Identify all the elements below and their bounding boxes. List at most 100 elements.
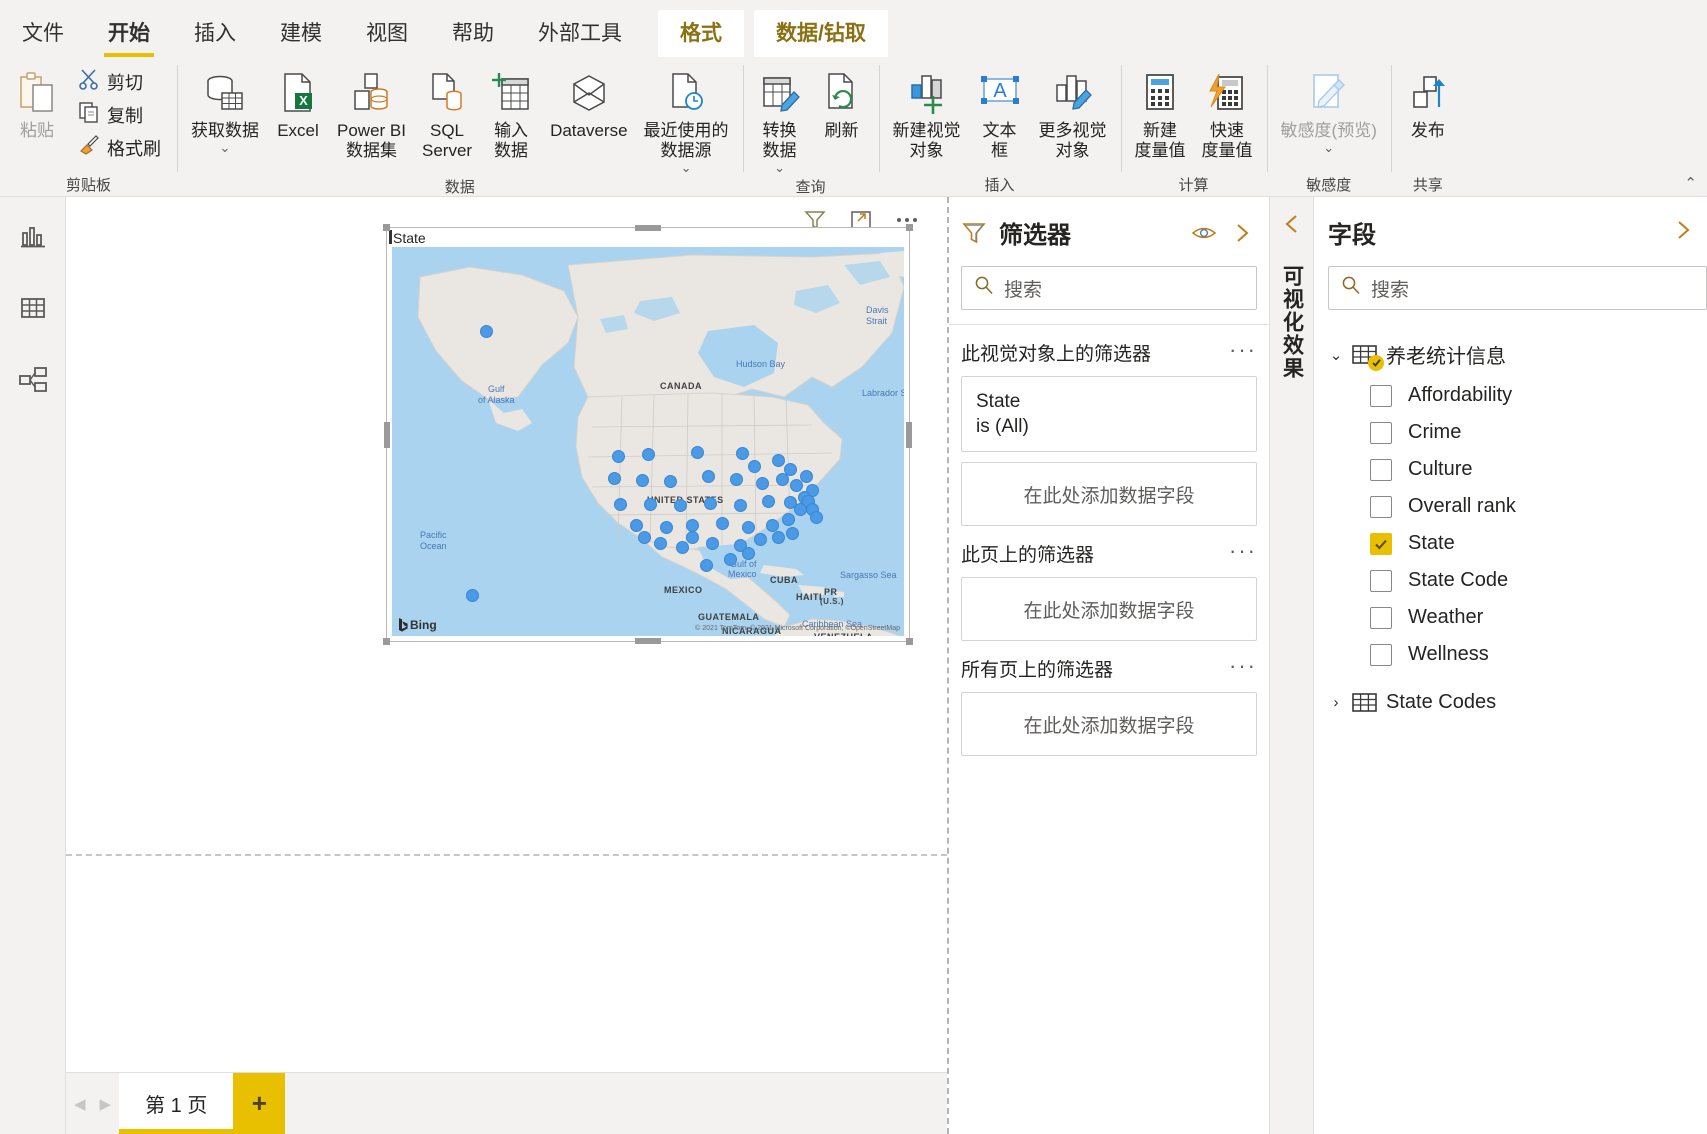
fields-search-input[interactable]: 搜索 bbox=[1328, 266, 1707, 310]
map-data-point[interactable] bbox=[664, 475, 677, 488]
collapse-ribbon-button[interactable]: ⌃ bbox=[1684, 174, 1697, 192]
map-surface[interactable]: Davis Strait Hudson Bay Gulf of Alaska P… bbox=[392, 247, 904, 636]
map-data-point[interactable] bbox=[754, 533, 767, 546]
ribbon-tab-format[interactable]: 格式 bbox=[658, 10, 744, 57]
bing-logo[interactable]: Bing bbox=[398, 618, 437, 632]
map-data-point[interactable] bbox=[700, 559, 713, 572]
visualizations-pane-collapsed[interactable]: 可视化效果 bbox=[1269, 197, 1313, 1134]
sidebar-item-report-view[interactable] bbox=[12, 215, 54, 257]
paste-button[interactable]: 粘贴 bbox=[6, 63, 68, 143]
collapse-filters-pane-icon[interactable] bbox=[1229, 220, 1255, 246]
new-measure-button[interactable]: 新建 度量值 bbox=[1127, 63, 1194, 163]
map-data-point[interactable] bbox=[742, 521, 755, 534]
field-item-state-code[interactable]: State Code bbox=[1314, 562, 1707, 599]
checkbox-icon[interactable] bbox=[1370, 606, 1392, 629]
filter-dropzone-all-pages[interactable]: 在此处添加数据字段 bbox=[961, 692, 1257, 756]
map-data-point[interactable] bbox=[762, 495, 775, 508]
checkbox-checked-icon[interactable] bbox=[1370, 532, 1392, 555]
map-data-point[interactable] bbox=[466, 589, 479, 602]
resize-handle-se[interactable] bbox=[906, 638, 913, 645]
checkbox-icon[interactable] bbox=[1370, 643, 1392, 666]
map-data-point[interactable] bbox=[786, 527, 799, 540]
quick-measure-button[interactable]: 快速 度量值 bbox=[1194, 63, 1261, 163]
map-data-point[interactable] bbox=[636, 474, 649, 487]
checkbox-icon[interactable] bbox=[1370, 569, 1392, 592]
map-data-point[interactable] bbox=[674, 499, 687, 512]
map-data-point[interactable] bbox=[608, 472, 621, 485]
ribbon-tab-help[interactable]: 帮助 bbox=[430, 10, 516, 57]
get-data-button[interactable]: 获取数据 ⌄ bbox=[183, 63, 267, 156]
field-item-crime[interactable]: Crime bbox=[1314, 414, 1707, 451]
chevron-down-icon[interactable]: ⌄ bbox=[774, 161, 785, 174]
map-data-point[interactable] bbox=[736, 447, 749, 460]
chevron-right-icon[interactable]: › bbox=[1328, 694, 1344, 711]
ribbon-tab-insert[interactable]: 插入 bbox=[172, 10, 258, 57]
resize-handle-ne[interactable] bbox=[906, 224, 913, 231]
map-data-point[interactable] bbox=[480, 325, 493, 338]
map-data-point[interactable] bbox=[654, 537, 667, 550]
expand-visualizations-icon[interactable] bbox=[1282, 213, 1302, 241]
text-box-button[interactable]: A 文本 框 bbox=[969, 63, 1031, 163]
checkbox-icon[interactable] bbox=[1370, 421, 1392, 444]
checkbox-icon[interactable] bbox=[1370, 495, 1392, 518]
resize-handle-sw[interactable] bbox=[383, 638, 390, 645]
map-data-point[interactable] bbox=[686, 531, 699, 544]
map-data-point[interactable] bbox=[742, 547, 755, 560]
excel-button[interactable]: X Excel bbox=[267, 63, 329, 143]
canvas-page[interactable]: State Davis Strait Hudson Bay Gulf of Al… bbox=[66, 197, 947, 1072]
map-data-point[interactable] bbox=[702, 470, 715, 483]
filters-section-more-icon[interactable]: ··· bbox=[1229, 539, 1257, 563]
filter-dropzone-visual[interactable]: 在此处添加数据字段 bbox=[961, 462, 1257, 526]
map-data-point[interactable] bbox=[614, 498, 627, 511]
map-visual[interactable]: State Davis Strait Hudson Bay Gulf of Al… bbox=[383, 224, 913, 645]
copy-button[interactable]: 复制 bbox=[72, 98, 167, 131]
sidebar-item-data-view[interactable] bbox=[12, 287, 54, 329]
map-data-point[interactable] bbox=[772, 531, 785, 544]
resize-handle-n[interactable] bbox=[635, 225, 661, 231]
ribbon-tab-view[interactable]: 视图 bbox=[344, 10, 430, 57]
sql-server-button[interactable]: SQL Server bbox=[414, 63, 480, 163]
map-data-point[interactable] bbox=[716, 517, 729, 530]
map-data-point[interactable] bbox=[644, 498, 657, 511]
resize-handle-s[interactable] bbox=[635, 638, 661, 644]
more-visuals-button[interactable]: 更多视觉 对象 ⌄ bbox=[1031, 63, 1115, 163]
map-data-point[interactable] bbox=[734, 499, 747, 512]
report-canvas[interactable]: State Davis Strait Hudson Bay Gulf of Al… bbox=[66, 197, 947, 1134]
filters-search-input[interactable]: 搜索 bbox=[961, 266, 1257, 310]
resize-handle-e[interactable] bbox=[906, 421, 912, 448]
page-prev-button[interactable]: ◀ bbox=[74, 1095, 86, 1113]
page-next-button[interactable]: ▶ bbox=[100, 1095, 112, 1113]
map-data-point[interactable] bbox=[612, 450, 625, 463]
map-data-point[interactable] bbox=[810, 511, 823, 524]
filter-card-state[interactable]: State is (All) bbox=[961, 376, 1257, 452]
transform-data-button[interactable]: 转换 数据 ⌄ bbox=[749, 63, 811, 176]
map-data-point[interactable] bbox=[691, 446, 704, 459]
add-page-button[interactable]: + bbox=[233, 1073, 286, 1134]
map-data-point[interactable] bbox=[676, 541, 689, 554]
map-data-point[interactable] bbox=[630, 519, 643, 532]
field-item-wellness[interactable]: Wellness bbox=[1314, 636, 1707, 673]
chevron-down-icon[interactable]: ⌄ bbox=[220, 141, 231, 154]
chevron-down-icon[interactable]: ⌄ bbox=[1328, 346, 1344, 364]
filter-dropzone-page[interactable]: 在此处添加数据字段 bbox=[961, 577, 1257, 641]
map-data-point[interactable] bbox=[782, 513, 795, 526]
page-tab-1[interactable]: 第 1 页 bbox=[119, 1073, 234, 1134]
recent-sources-button[interactable]: 最近使用的 数据源 ⌄ bbox=[636, 63, 737, 176]
eye-icon[interactable] bbox=[1191, 220, 1217, 246]
field-item-weather[interactable]: Weather bbox=[1314, 599, 1707, 636]
field-item-culture[interactable]: Culture bbox=[1314, 451, 1707, 488]
filters-section-more-icon[interactable]: ··· bbox=[1229, 338, 1257, 362]
map-data-point[interactable] bbox=[660, 521, 673, 534]
refresh-button[interactable]: 刷新 bbox=[811, 63, 873, 143]
map-data-point[interactable] bbox=[776, 473, 789, 486]
power-bi-dataset-button[interactable]: Power BI 数据集 bbox=[329, 63, 414, 163]
expand-fields-pane-icon[interactable] bbox=[1673, 219, 1693, 247]
field-item-state[interactable]: State bbox=[1314, 525, 1707, 562]
ribbon-tab-modeling[interactable]: 建模 bbox=[258, 10, 344, 57]
map-data-point[interactable] bbox=[638, 531, 651, 544]
field-item-affordability[interactable]: Affordability bbox=[1314, 377, 1707, 414]
resize-handle-w[interactable] bbox=[384, 421, 390, 448]
chevron-down-icon[interactable]: ⌄ bbox=[1323, 141, 1334, 154]
resize-handle-nw[interactable] bbox=[383, 224, 390, 231]
map-data-point[interactable] bbox=[730, 473, 743, 486]
